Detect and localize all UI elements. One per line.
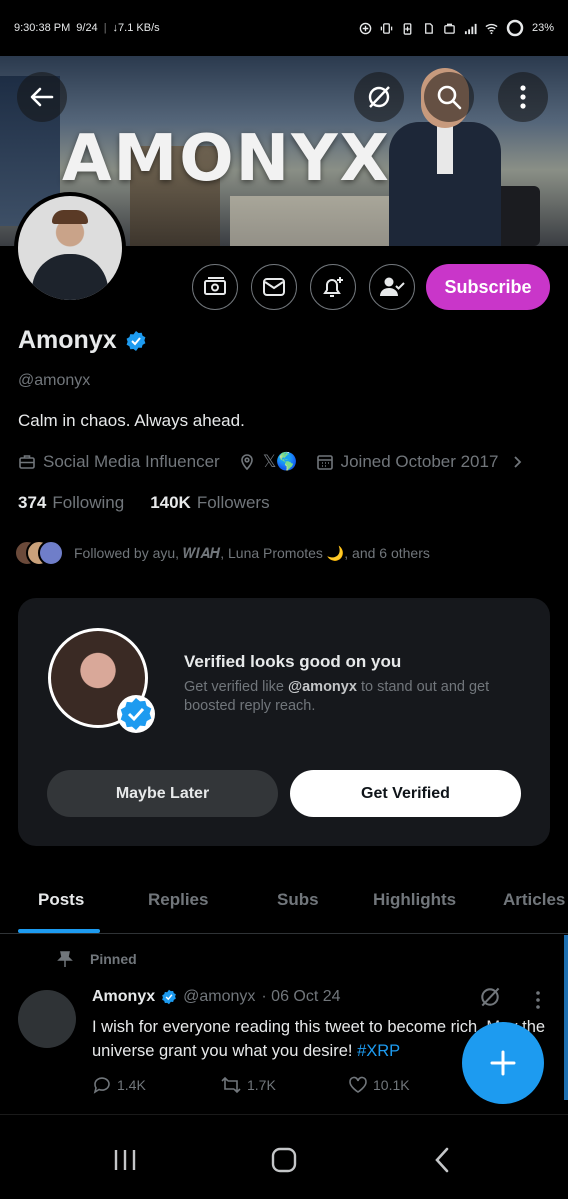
chevron-right-icon[interactable] <box>510 455 524 469</box>
status-separator: | <box>103 22 107 34</box>
wifi-icon <box>485 23 498 34</box>
nav-back-button[interactable] <box>422 1145 462 1175</box>
back-chevron-icon <box>435 1147 449 1173</box>
user-check-icon <box>380 277 405 296</box>
get-verified-button[interactable]: Get Verified <box>290 770 521 817</box>
tweet-author[interactable]: Amonyx <box>92 988 155 1006</box>
vibrate-icon <box>380 22 393 34</box>
promo-text: Get verified like @amonyx to stand out a… <box>184 679 490 714</box>
profile-meta: Social Media Influencer 𝕏🌎 Joined Octobe… <box>18 452 524 472</box>
tab-highlights[interactable]: Highlights <box>373 890 456 910</box>
verified-badge-icon <box>117 695 155 733</box>
profile-name-row: Amonyx <box>18 326 147 355</box>
hashtag-link[interactable]: #XRP <box>357 1042 400 1060</box>
pinned-label: Pinned <box>90 951 137 967</box>
recent-apps-button[interactable] <box>105 1145 145 1175</box>
status-date: 9/24 <box>76 22 98 34</box>
home-icon <box>271 1147 297 1173</box>
following-stat[interactable]: 374 Following <box>18 493 124 513</box>
system-nav-bar <box>0 1114 568 1199</box>
grok-button[interactable] <box>354 72 404 122</box>
compose-button[interactable] <box>462 1022 544 1104</box>
briefcase-icon <box>444 23 455 34</box>
battery-icon <box>506 19 524 37</box>
active-tab-indicator <box>18 929 100 933</box>
tweet-date: · 06 Oct 24 <box>261 988 341 1005</box>
profile-location: 𝕏🌎 <box>262 452 298 471</box>
like-button[interactable]: 10.1K <box>348 1075 476 1095</box>
banner-title: AMONYX <box>62 122 391 196</box>
envelope-icon <box>263 278 285 296</box>
verified-promo-card: Verified looks good on you Get verified … <box>18 598 550 846</box>
grok-icon <box>368 86 390 108</box>
money-icon <box>204 277 226 295</box>
repost-icon <box>221 1076 241 1094</box>
follower-avatar <box>38 540 64 566</box>
banner-desk-art <box>230 196 400 246</box>
data-saver-icon <box>359 22 372 34</box>
profile-handle: @amonyx <box>18 372 91 389</box>
more-options-button[interactable] <box>498 72 548 122</box>
pinned-label-row: Pinned <box>56 950 137 968</box>
calendar-icon <box>316 455 333 470</box>
tab-subs[interactable]: Subs <box>277 890 319 910</box>
following-button[interactable] <box>369 264 415 310</box>
tab-posts[interactable]: Posts <box>38 890 84 910</box>
status-bar: 9:30:38 PM 9/24 | ↓7.1 KB/s 23% <box>0 0 568 56</box>
signal-icon <box>464 23 477 34</box>
profile-category: Social Media Influencer <box>43 452 220 471</box>
followed-by-row[interactable]: Followed by ayu, 𝑾𝑰𝑨𝑯, Luna Promotes 🌙, … <box>14 540 430 566</box>
tweet-avatar[interactable] <box>18 990 76 1048</box>
tweet-header: Amonyx @amonyx · 06 Oct 24 <box>92 988 341 1006</box>
promo-heading: Verified looks good on you <box>184 652 402 671</box>
more-vertical-icon <box>520 85 526 109</box>
notify-button[interactable] <box>310 264 356 310</box>
sim-icon <box>425 22 433 34</box>
recent-apps-icon <box>114 1150 136 1170</box>
tweet-handle: @amonyx <box>183 988 256 1005</box>
tweet-actions: 1.4K 1.7K 10.1K <box>92 1075 476 1095</box>
verified-badge-icon <box>162 989 176 1005</box>
plus-icon <box>490 1050 516 1076</box>
subscribe-button[interactable]: Subscribe <box>426 264 550 310</box>
followers-stat[interactable]: 140K Followers <box>150 493 269 513</box>
profile-tabs: Posts Replies Subs Highlights Articles <box>0 872 568 934</box>
battery-saver-icon <box>403 22 412 35</box>
search-icon <box>437 85 462 110</box>
profile-avatar[interactable] <box>14 192 126 304</box>
reply-button[interactable]: 1.4K <box>92 1075 220 1095</box>
profile-name: Amonyx <box>18 326 117 354</box>
pin-icon <box>57 951 73 967</box>
tip-button[interactable] <box>192 264 238 310</box>
briefcase-icon <box>19 455 35 469</box>
repost-button[interactable]: 1.7K <box>220 1075 348 1095</box>
reply-icon <box>93 1077 110 1094</box>
location-pin-icon <box>240 454 253 471</box>
message-button[interactable] <box>251 264 297 310</box>
profile-bio: Calm in chaos. Always ahead. <box>18 411 245 430</box>
heart-icon <box>349 1076 367 1093</box>
bell-plus-icon <box>323 277 343 297</box>
profile-stats: 374 Following 140K Followers <box>18 493 270 513</box>
back-arrow-icon <box>30 87 54 107</box>
tab-articles[interactable]: Articles <box>503 890 565 910</box>
follower-avatars <box>14 540 64 566</box>
scroll-indicator[interactable] <box>564 935 568 1100</box>
maybe-later-button[interactable]: Maybe Later <box>47 770 278 817</box>
back-button[interactable] <box>17 72 67 122</box>
home-button[interactable] <box>264 1145 304 1175</box>
grok-icon[interactable] <box>478 985 502 1009</box>
verified-badge-icon[interactable] <box>125 330 147 352</box>
tab-replies[interactable]: Replies <box>148 890 208 910</box>
followed-by-text: Followed by ayu, 𝑾𝑰𝑨𝑯, Luna Promotes 🌙, … <box>74 544 430 561</box>
status-time: 9:30:38 PM <box>14 22 71 34</box>
battery-level: 23% <box>531 22 554 34</box>
profile-joined: Joined October 2017 <box>340 452 499 471</box>
search-button[interactable] <box>424 72 474 122</box>
more-vertical-icon[interactable] <box>530 990 546 1010</box>
status-net-speed: ↓7.1 KB/s <box>112 22 160 34</box>
